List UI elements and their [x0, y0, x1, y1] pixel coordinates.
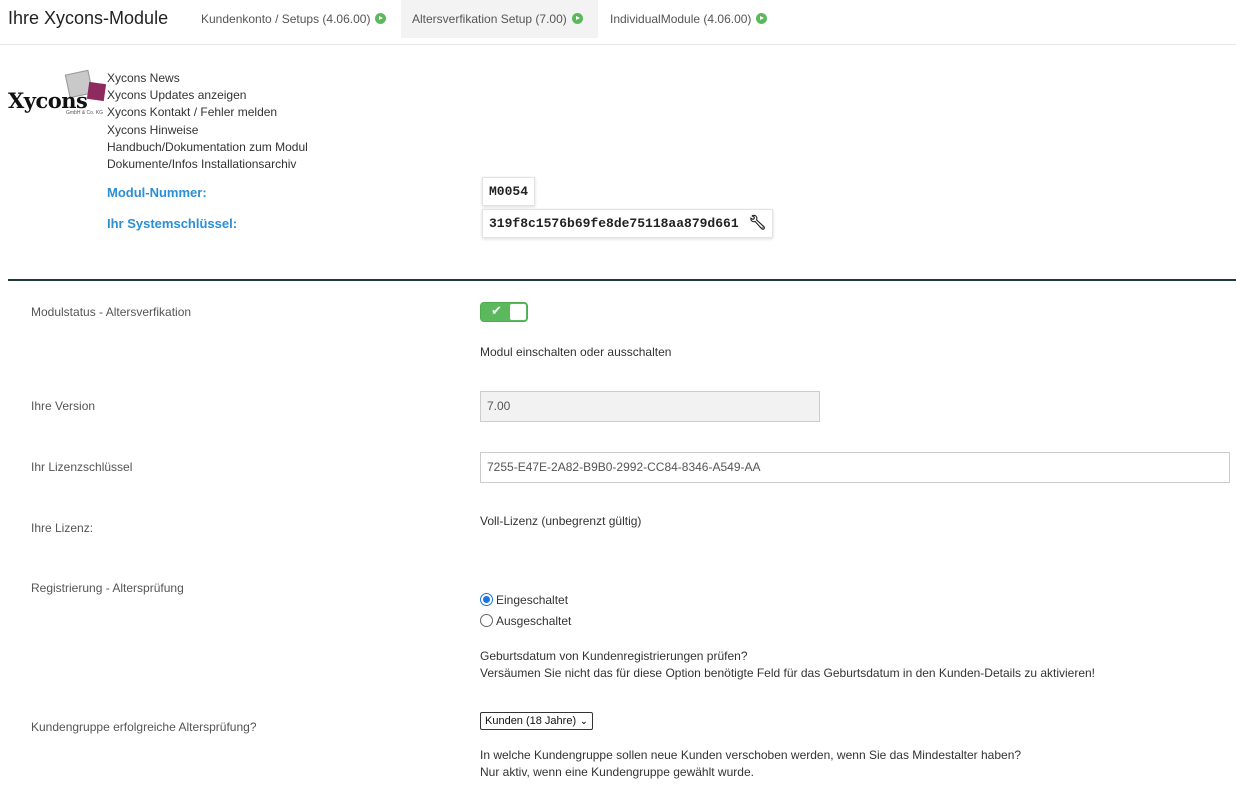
- link-dokumente[interactable]: Dokumente/Infos Installationsarchiv: [107, 156, 308, 173]
- radio-unchecked-icon[interactable]: [480, 614, 493, 627]
- version-input[interactable]: 7.00: [480, 391, 820, 422]
- systemschluessel-value: 319f8c1576b69fe8de75118aa879d661: [489, 216, 739, 231]
- tab-individualmodule[interactable]: IndividualModule (4.06.00): [599, 0, 778, 38]
- top-header: Ihre Xycons-Module Kundenkonto / Setups …: [0, 0, 1236, 45]
- registrierung-label: Registrierung - Altersprüfung: [31, 581, 184, 595]
- link-handbuch[interactable]: Handbuch/Dokumentation zum Modul: [107, 139, 308, 156]
- toggle-knob: [510, 304, 526, 320]
- modulstatus-label: Modulstatus - Altersverfikation: [31, 305, 192, 319]
- registrierung-hint-2: Versäumen Sie nicht das für diese Option…: [480, 666, 1096, 680]
- modulstatus-hint: Modul einschalten oder ausschalten: [480, 345, 672, 359]
- radio-eingeschaltet[interactable]: Eingeschaltet: [480, 593, 568, 607]
- link-kontakt[interactable]: Xycons Kontakt / Fehler melden: [107, 104, 308, 121]
- xycons-logo: Xycons GmbH & Co. KG: [8, 69, 107, 118]
- logo-subtext: GmbH & Co. KG: [66, 110, 103, 116]
- radio-checked-icon[interactable]: [480, 593, 493, 606]
- link-news[interactable]: Xycons News: [107, 70, 308, 87]
- xycons-links: Xycons News Xycons Updates anzeigen Xyco…: [107, 70, 308, 173]
- lizenzschluessel-label: Ihr Lizenzschlüssel: [31, 460, 133, 474]
- radio-label: Eingeschaltet: [496, 593, 569, 607]
- lizenz-value: Voll-Lizenz (unbegrenzt gültig): [480, 514, 642, 528]
- kundengruppe-select[interactable]: Kunden (18 Jahre) ⌄: [480, 712, 593, 730]
- tab-kundenkonto[interactable]: Kundenkonto / Setups (4.06.00): [190, 0, 397, 38]
- modulstatus-toggle[interactable]: ✔: [480, 302, 528, 322]
- check-icon: ✔: [491, 304, 502, 319]
- kundengruppe-hint-2: Nur aktiv, wenn eine Kundengruppe gewähl…: [480, 765, 754, 779]
- modul-nummer-label: Modul-Nummer:: [107, 185, 207, 200]
- kundengruppe-hint-1: In welche Kundengruppe sollen neue Kunde…: [480, 748, 1022, 762]
- version-label: Ihre Version: [31, 399, 96, 413]
- kundengruppe-label: Kundengruppe erfolgreiche Altersprüfung?: [31, 720, 257, 734]
- systemschluessel-box: 319f8c1576b69fe8de75118aa879d661 🔧︎: [482, 209, 774, 238]
- section-divider: [8, 279, 1236, 281]
- play-icon: [375, 13, 387, 24]
- play-icon: [571, 13, 583, 24]
- tab-label: Altersverfikation Setup (7.00): [412, 12, 567, 26]
- radio-label: Ausgeschaltet: [496, 614, 572, 628]
- select-value: Kunden (18 Jahre): [485, 715, 577, 727]
- play-icon: [756, 13, 768, 24]
- tab-label: IndividualModule (4.06.00): [610, 12, 752, 26]
- tab-label: Kundenkonto / Setups (4.06.00): [201, 12, 371, 26]
- modul-nummer-value: M0054: [482, 177, 536, 206]
- radio-ausgeschaltet[interactable]: Ausgeschaltet: [480, 614, 571, 628]
- registrierung-hint-1: Geburtsdatum von Kundenregistrierungen p…: [480, 649, 748, 663]
- tab-altersverfikation[interactable]: Altersverfikation Setup (7.00): [401, 0, 598, 38]
- page-title: Ihre Xycons-Module: [8, 8, 169, 28]
- lizenz-label: Ihre Lizenz:: [31, 521, 94, 535]
- lizenzschluessel-input[interactable]: 7255-E47E-2A82-B9B0-2992-CC84-8346-A549-…: [480, 452, 1230, 483]
- link-updates[interactable]: Xycons Updates anzeigen: [107, 87, 308, 104]
- link-hinweise[interactable]: Xycons Hinweise: [107, 122, 308, 139]
- systemschluessel-label: Ihr Systemschlüssel:: [107, 216, 238, 231]
- puzzle-piece-icon: [86, 81, 107, 102]
- wrench-icon[interactable]: 🔧︎: [749, 210, 767, 237]
- chevron-down-icon: ⌄: [580, 717, 588, 727]
